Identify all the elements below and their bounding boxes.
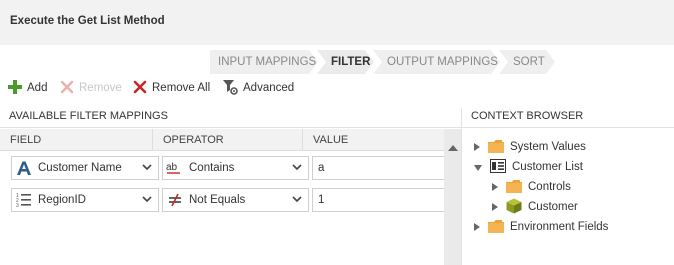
remove-all-x-icon <box>133 80 147 97</box>
tree-item-label: Customer List <box>512 161 583 173</box>
folder-icon <box>488 219 504 236</box>
filter-gear-icon <box>222 79 238 98</box>
chevron-down-icon <box>291 193 308 208</box>
operator-value: Contains <box>189 162 235 174</box>
tree-item-controls[interactable]: Controls <box>492 178 571 196</box>
advanced-button[interactable]: Advanced <box>222 78 294 98</box>
step-output-mappings[interactable]: OUTPUT MAPPINGS <box>373 50 500 74</box>
smartobject-icon <box>506 198 522 217</box>
tree-item-label: Customer <box>528 201 578 213</box>
value-input[interactable]: 1 <box>312 188 444 212</box>
field-value: Customer Name <box>38 162 122 174</box>
list-type-icon: 1 2 3 <box>15 191 33 209</box>
value-input[interactable]: a <box>312 156 444 180</box>
title-bar: Execute the Get List Method <box>0 0 674 45</box>
expand-arrow-icon[interactable] <box>492 183 498 191</box>
mapping-scrollbar[interactable] <box>444 129 461 265</box>
not-equals-icon <box>166 191 184 209</box>
chevron-down-icon <box>141 193 158 208</box>
remove-all-button[interactable]: Remove All <box>133 78 210 98</box>
tree-item-customer[interactable]: Customer <box>492 198 578 216</box>
step-sort[interactable]: SORT <box>499 50 555 74</box>
advanced-label: Advanced <box>243 82 295 94</box>
mapping-grid-header: FIELD OPERATOR VALUE <box>0 129 444 151</box>
remove-all-label: Remove All <box>152 82 211 94</box>
operator-dropdown[interactable]: ab Contains <box>162 156 309 180</box>
list-view-icon <box>490 158 506 176</box>
panel-divider <box>461 108 462 265</box>
tree-item-system-values[interactable]: System Values <box>474 138 586 156</box>
field-value: RegionID <box>38 194 86 206</box>
filter-row: 1 2 3 RegionID Not Equals 1 <box>0 188 444 212</box>
value-column-header: VALUE <box>302 129 444 151</box>
plus-icon <box>8 79 22 97</box>
expand-arrow-icon[interactable] <box>492 203 498 211</box>
tree-item-label: Environment Fields <box>510 221 609 233</box>
context-browser-heading: CONTEXT BROWSER <box>462 108 674 128</box>
folder-icon <box>488 139 504 156</box>
field-column-header: FIELD <box>10 134 42 146</box>
tree-item-label: Controls <box>528 181 571 193</box>
contains-icon: ab <box>166 159 184 177</box>
operator-dropdown[interactable]: Not Equals <box>162 188 309 212</box>
filter-mappings-heading: AVAILABLE FILTER MAPPINGS <box>0 108 461 128</box>
svg-text:3: 3 <box>16 203 19 208</box>
operator-value: Not Equals <box>189 194 246 206</box>
folder-icon <box>506 179 522 196</box>
remove-label: Remove <box>79 82 122 94</box>
remove-x-icon <box>60 80 74 97</box>
tree-item-label: System Values <box>510 141 586 153</box>
page-title: Execute the Get List Method <box>10 15 165 27</box>
field-dropdown[interactable]: Customer Name <box>11 156 159 180</box>
text-type-icon <box>15 159 33 177</box>
field-dropdown[interactable]: 1 2 3 RegionID <box>11 188 159 212</box>
step-input-mappings[interactable]: INPUT MAPPINGS <box>210 50 318 74</box>
svg-text:ab: ab <box>166 162 178 173</box>
expand-arrow-icon[interactable] <box>474 143 480 151</box>
add-button[interactable]: Add <box>8 78 47 98</box>
tree-item-environment-fields[interactable]: Environment Fields <box>474 218 608 236</box>
chevron-down-icon <box>141 161 158 176</box>
chevron-down-icon <box>291 161 308 176</box>
add-label: Add <box>27 82 48 94</box>
step-filter[interactable]: FILTER <box>317 50 374 74</box>
expand-arrow-icon[interactable] <box>474 223 480 231</box>
remove-button[interactable]: Remove <box>60 78 122 98</box>
scroll-up-arrow-icon[interactable] <box>448 145 458 151</box>
operator-column-header: OPERATOR <box>152 129 302 151</box>
collapse-arrow-icon[interactable] <box>474 165 482 171</box>
tree-item-customer-list[interactable]: Customer List <box>474 158 583 176</box>
filter-row: Customer Name ab Contains a <box>0 156 444 180</box>
